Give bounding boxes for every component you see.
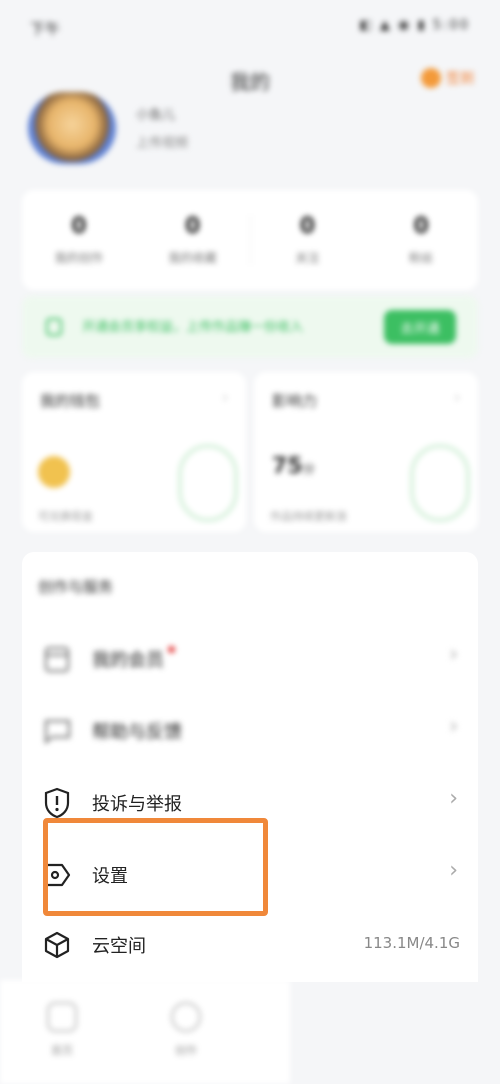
ring-icon — [410, 444, 470, 522]
menu-label: 云空间 — [92, 936, 146, 957]
nav-item-home[interactable]: 首页 — [32, 1002, 92, 1058]
influence-unit: 分 — [302, 462, 315, 476]
wallet-card[interactable]: 我的钱包 › 可兑换现金 — [22, 372, 246, 532]
profile-name[interactable]: 小鱼儿 — [136, 104, 175, 123]
nav-item-create[interactable]: 创作 — [156, 1002, 216, 1058]
banner-text: 开通会员享权益，上传作品赚一份收入 — [82, 320, 304, 335]
notification-dot — [168, 646, 175, 653]
stat-favorites[interactable]: 0 我的收藏 — [136, 190, 250, 290]
menu-label: 我的会员 — [92, 646, 175, 672]
wallet-desc: 可兑换现金 — [38, 510, 93, 523]
section-title: 创作与服务 — [38, 578, 114, 596]
coin-icon — [38, 456, 70, 488]
bottom-nav: 首页 创作 — [0, 980, 290, 1084]
banner-icon — [46, 318, 62, 336]
cube-icon — [40, 928, 74, 962]
chevron-right-icon: › — [449, 642, 458, 667]
membership-banner[interactable]: 开通会员享权益，上传作品赚一份收入 去开通 — [22, 296, 478, 358]
influence-desc: 作品持续更新涨 — [270, 510, 347, 523]
menu-label: 投诉与举报 — [92, 794, 182, 815]
wallet-title: 我的钱包 — [40, 392, 101, 410]
status-icons: ◧ ▲ ◉ ▮ 5:00 — [359, 18, 470, 33]
stat-label: 粉丝 — [409, 251, 434, 265]
influence-card[interactable]: 影响力 › 75分 作品持续更新涨 — [254, 372, 478, 532]
avatar[interactable] — [28, 92, 116, 164]
stat-following[interactable]: 0 关注 — [251, 190, 365, 290]
influence-title: 影响力 — [272, 392, 318, 410]
menu-label: 帮助与反馈 — [92, 722, 182, 743]
chevron-right-icon: › — [449, 786, 458, 811]
shield-alert-icon — [40, 786, 74, 820]
calendar-icon — [40, 642, 74, 676]
status-time: 下午 — [30, 20, 61, 38]
menu-item-membership[interactable]: 我的会员 › — [22, 628, 478, 688]
nav-label: 首页 — [51, 1044, 73, 1057]
chevron-right-icon: › — [449, 714, 458, 739]
menu-card: 创作与服务 我的会员 › 帮助与反馈 › 投诉与举报 › 设置 › 云空间 11… — [22, 552, 478, 982]
profile-subtitle: 上传视频 — [136, 136, 189, 151]
stat-label: 我的收藏 — [168, 251, 217, 265]
ring-icon — [178, 444, 238, 522]
chevron-right-icon: › — [222, 390, 228, 406]
stat-label: 关注 — [295, 251, 320, 265]
stats-card: 0 我的创作 0 我的收藏 0 关注 0 粉丝 — [22, 190, 478, 290]
nav-label: 创作 — [175, 1044, 197, 1057]
stat-value: 0 — [299, 214, 316, 239]
stat-label: 我的创作 — [54, 251, 103, 265]
signin-icon — [421, 68, 441, 88]
storage-usage: 113.1M/4.1G — [363, 934, 460, 952]
stat-followers[interactable]: 0 粉丝 — [364, 190, 478, 290]
status-bar: 下午 ◧ ▲ ◉ ▮ 5:00 — [0, 0, 500, 54]
signin-button[interactable]: 签到 — [421, 68, 474, 88]
signin-label: 签到 — [446, 71, 474, 87]
menu-item-help[interactable]: 帮助与反馈 › — [22, 700, 478, 760]
stat-creations[interactable]: 0 我的创作 — [22, 190, 136, 290]
stat-value: 0 — [71, 214, 87, 239]
highlight-box — [43, 818, 268, 916]
stat-value: 0 — [413, 214, 429, 239]
chevron-right-icon: › — [454, 390, 460, 406]
chat-bubble-icon — [40, 714, 74, 748]
stat-value: 0 — [184, 214, 201, 239]
influence-value: 75分 — [272, 454, 315, 479]
chevron-right-icon: › — [449, 858, 458, 883]
banner-button[interactable]: 去开通 — [384, 310, 456, 344]
menu-item-cloud-space[interactable]: 云空间 113.1M/4.1G — [22, 914, 478, 974]
home-icon — [47, 1002, 77, 1032]
create-icon — [171, 1002, 201, 1032]
